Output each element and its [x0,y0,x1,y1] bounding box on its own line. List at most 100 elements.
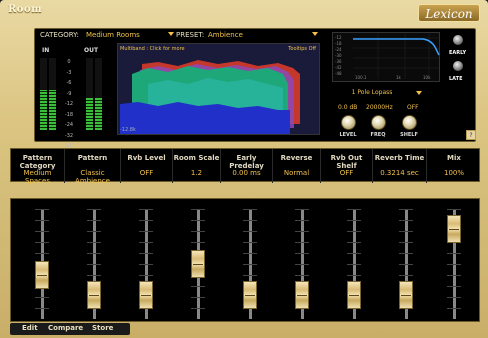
filter-type-dropdown[interactable]: 1 Pole Lopass [334,88,440,98]
db-scale: 0 -3 -6 -9 -12 -18 -24 -32 S/C [60,57,78,152]
param-head: Reverb Time [374,154,425,162]
fader-tick [447,209,461,210]
filter-dropdown-arrow-icon[interactable] [416,90,423,95]
fader-cap[interactable] [139,281,153,310]
fader-tick [35,297,49,298]
fader-tick [447,275,461,276]
fader-tick [295,275,309,276]
param-value[interactable]: 0.00 ms [221,169,272,177]
param-reverse[interactable]: Reverse Normal [273,149,321,183]
fader-cap[interactable] [347,281,361,310]
param-head: Pattern [77,154,108,162]
out-meter-right [95,58,102,130]
eq-x-label: 100.1 [355,75,367,80]
late-button[interactable] [452,60,464,72]
help-button[interactable]: ? [466,130,476,140]
param-value[interactable]: 0.3214 sec [373,169,426,177]
param-value[interactable]: Classic Ambience [65,169,120,185]
db-mark: -32 [64,132,74,139]
db-mark: -9 [66,90,72,97]
shelf-knob[interactable] [402,115,417,130]
fader-tick [139,275,153,276]
fader-tick [35,209,49,210]
param-early-predelay[interactable]: Early Predelay 0.00 ms [221,149,273,183]
fader-cap[interactable] [191,250,205,278]
fader-tick [35,308,49,309]
fader-tick [243,275,257,276]
out-meter-label: OUT [84,47,99,54]
param-value[interactable]: OFF [321,169,372,177]
fader-tick [447,264,461,265]
fader-cap[interactable] [399,281,413,310]
eq-y-label: -42 [335,65,342,70]
fader-tick [243,253,257,254]
fader-tick [399,209,413,210]
param-pattern[interactable]: Pattern Classic Ambience [65,149,121,185]
fader-tick [35,220,49,221]
category-dropdown[interactable]: Medium Rooms [86,31,140,39]
param-room-scale[interactable]: Room Scale 1.2 [173,149,221,183]
fader-cap[interactable] [243,281,257,310]
store-button[interactable]: Store [92,324,113,332]
fader-tick [399,220,413,221]
in-meter-left-fill [40,90,47,130]
late-label: LATE [449,76,463,82]
fader-tick [447,297,461,298]
category-label: CATEGORY: [40,31,79,39]
param-pattern-category[interactable]: Pattern Category Medium Spaces [11,149,65,185]
fader-tick [447,253,461,254]
fader-tick [347,264,361,265]
freq-knob-label: FREQ [370,132,386,138]
param-value[interactable]: Normal [273,169,320,177]
db-mark: -24 [64,122,74,128]
db-mark: 0 [67,59,71,65]
param-head: Pattern Category [19,154,56,170]
fader-tick [191,286,205,287]
preset-dropdown[interactable]: Ambience [208,31,243,39]
spectrum-header[interactable]: Multiband : Click for more [120,46,185,52]
fader-tick [447,308,461,309]
param-value[interactable]: 100% [427,169,481,177]
out-meter-left [86,58,93,130]
category-dropdown-arrow-icon[interactable] [168,32,174,36]
param-rvb-level[interactable]: Rvb Level OFF [121,149,173,183]
fader-cap[interactable] [295,281,309,310]
bottom-toolbar: Edit Compare Store [10,323,130,335]
param-value[interactable]: Medium Spaces [11,169,64,185]
fader-tick [191,231,205,232]
fader-tick [399,231,413,232]
fader-tick [87,209,101,210]
early-button[interactable] [452,34,464,46]
edit-button[interactable]: Edit [22,324,38,332]
freq-knob[interactable] [371,115,386,130]
db-mark: -12 [64,101,74,107]
spectrum-footer: -12.8k [120,127,136,133]
level-knob-label: LEVEL [339,132,357,138]
fader-tick [399,253,413,254]
param-rvb-out-shelf[interactable]: Rvb Out Shelf OFF [321,149,373,183]
preset-dropdown-arrow-icon[interactable] [312,32,318,36]
fader-tick [87,242,101,243]
eq-curve-graph[interactable]: -12 -18 -24 -30 -36 -42 -48 100.1 1k 10k [332,32,440,82]
fader-tick [347,275,361,276]
in-meter-right-fill [49,90,56,130]
filter-type-value: 1 Pole Lopass [351,89,393,96]
param-mix[interactable]: Mix 100% [427,149,481,183]
freq-readout: 20000Hz [366,104,393,111]
fader-tick [347,253,361,254]
multiband-spectrum-display[interactable]: Multiband : Click for more Tooltips Off … [117,43,320,135]
fader-cap[interactable] [35,260,49,289]
fader-tick [87,275,101,276]
param-reverb-time[interactable]: Reverb Time 0.3214 sec [373,149,427,183]
param-value[interactable]: 1.2 [173,169,220,177]
db-mark: -6 [66,80,72,86]
tooltips-toggle[interactable]: Tooltips Off [288,46,316,52]
param-head: Rvb Out Shelf [330,154,363,170]
level-knob[interactable] [341,115,356,130]
compare-button[interactable]: Compare [48,324,83,332]
eq-y-label: -12 [335,35,342,40]
param-value[interactable]: OFF [121,169,172,177]
db-mark: -18 [64,111,74,118]
fader-cap[interactable] [447,214,461,243]
fader-cap[interactable] [87,281,101,310]
